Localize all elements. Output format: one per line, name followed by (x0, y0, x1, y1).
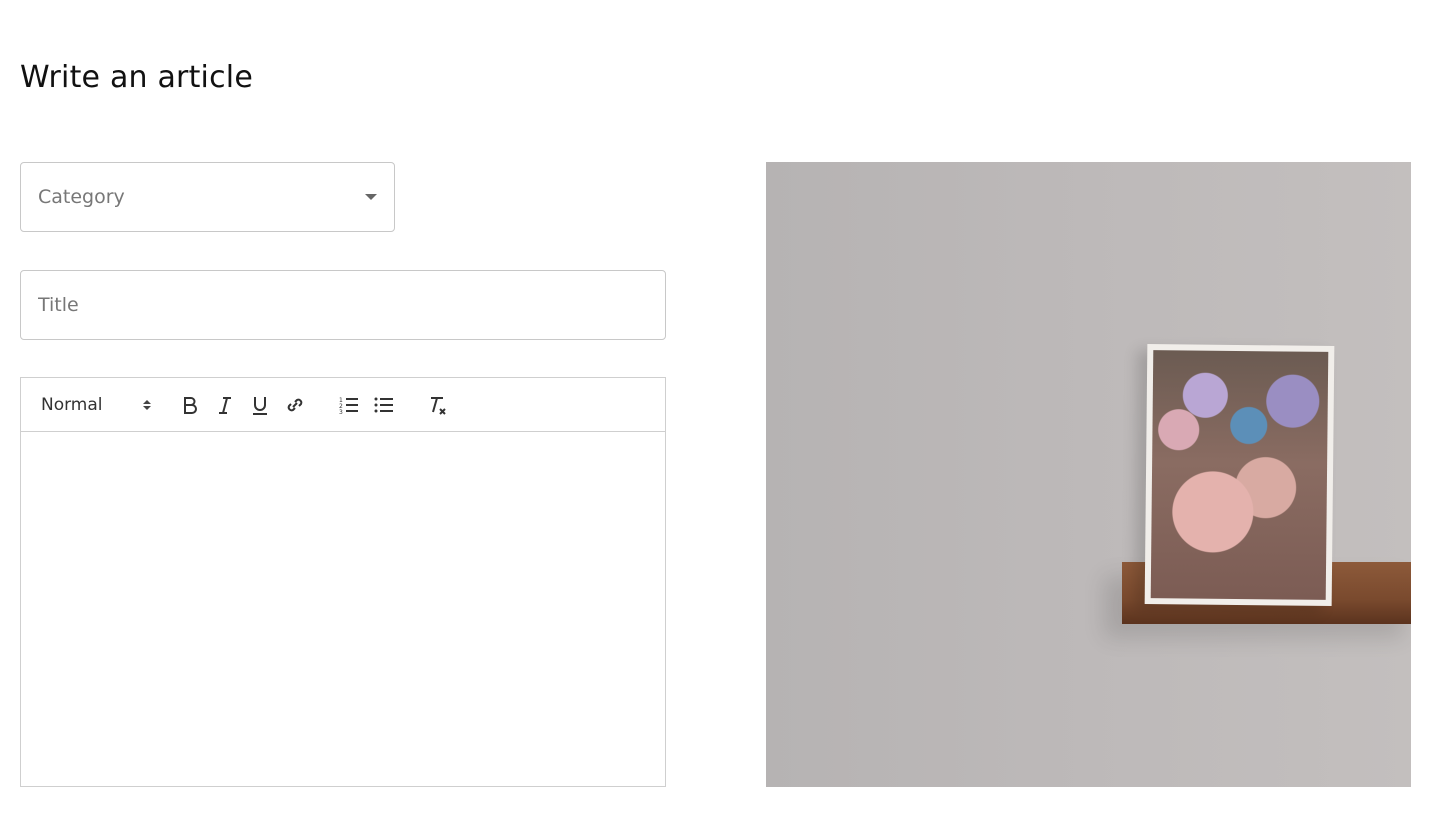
hero-image (766, 162, 1411, 787)
bullet-list-icon (374, 397, 393, 413)
link-icon (287, 398, 303, 412)
svg-text:3: 3 (339, 409, 343, 416)
ordered-list-button[interactable]: 123 (338, 392, 360, 418)
italic-icon (219, 397, 231, 414)
editor-content[interactable] (21, 432, 665, 787)
title-field[interactable] (20, 270, 666, 340)
sort-arrows-icon (143, 400, 151, 410)
clear-format-icon (431, 397, 446, 415)
link-button[interactable] (284, 392, 306, 418)
rich-text-editor: Normal 123 (20, 377, 666, 787)
bold-button[interactable] (179, 392, 201, 418)
heading-picker-label: Normal (41, 395, 103, 415)
chevron-down-icon (365, 194, 377, 200)
underline-icon (253, 397, 267, 415)
underline-button[interactable] (249, 392, 271, 418)
title-input[interactable] (38, 294, 648, 316)
category-select[interactable]: Category (20, 162, 395, 232)
category-select-value: Category (38, 186, 125, 208)
bullet-list-button[interactable] (373, 392, 395, 418)
bold-icon (184, 397, 197, 414)
clear-format-button[interactable] (427, 392, 449, 418)
page-title: Write an article (20, 60, 253, 95)
italic-button[interactable] (214, 392, 236, 418)
ordered-list-icon: 123 (339, 397, 358, 416)
editor-toolbar: Normal 123 (21, 378, 665, 432)
framed-photo-graphic (1144, 344, 1335, 606)
heading-picker[interactable]: Normal (41, 392, 151, 418)
